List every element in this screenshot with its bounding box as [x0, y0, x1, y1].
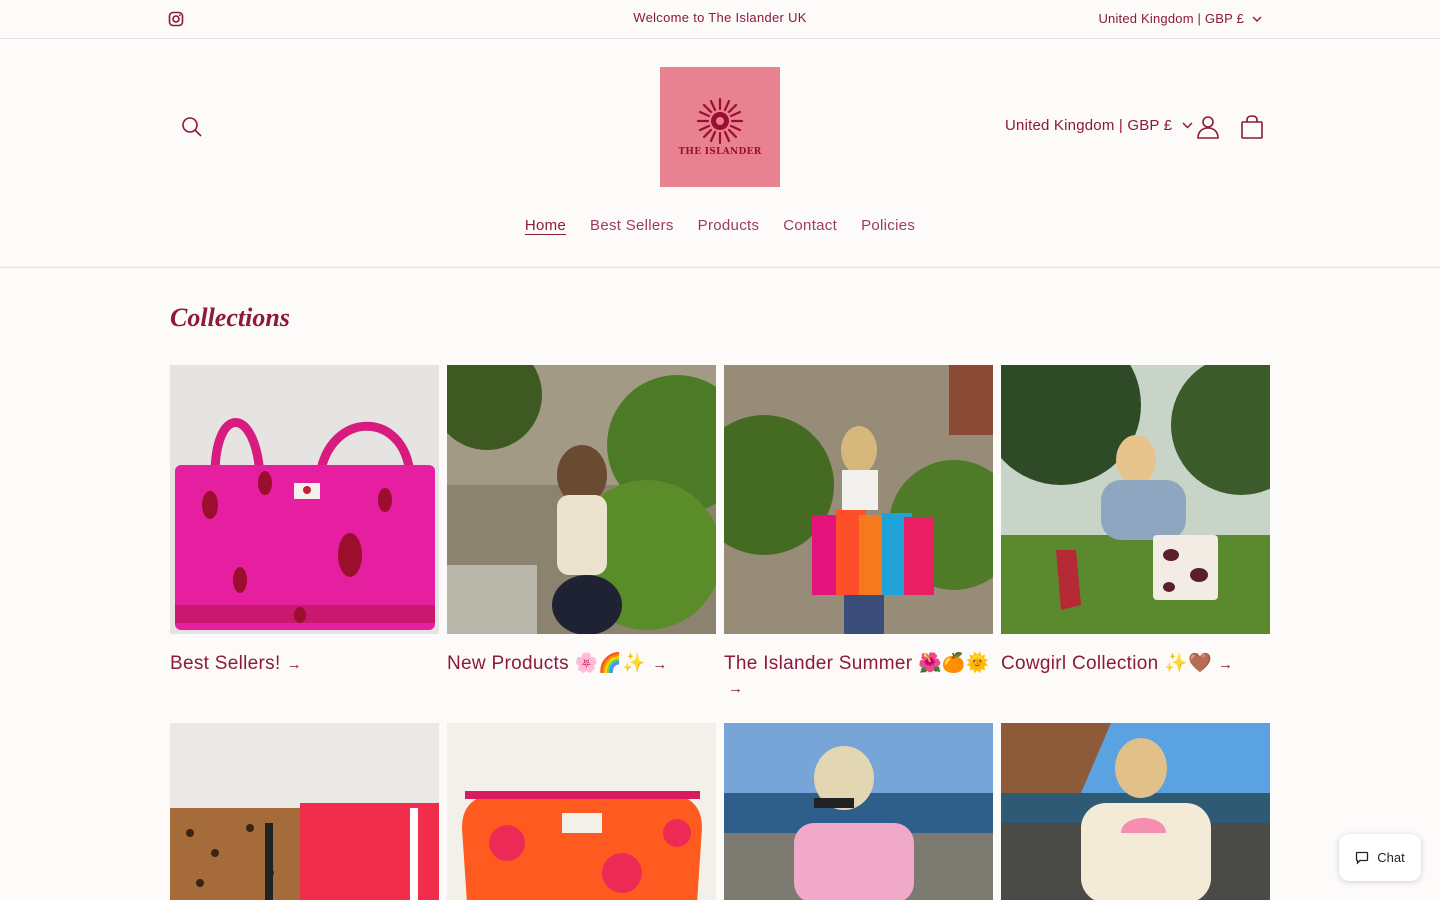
chat-label: Chat [1377, 850, 1405, 865]
collection-link[interactable]: New Products 🌸🌈✨ → [447, 652, 716, 677]
announcement-bar: Welcome to The Islander UK United Kingdo… [0, 0, 1440, 39]
account-icon[interactable] [1194, 113, 1222, 141]
search-icon[interactable] [176, 111, 208, 143]
country-selector-label: United Kingdom | GBP £ [1005, 117, 1173, 134]
chevron-down-icon [1182, 122, 1193, 129]
main-navigation: Home Best Sellers Products Contact Polic… [0, 217, 1440, 234]
collection-image[interactable] [170, 723, 439, 900]
country-selector-top[interactable]: United Kingdom | GBP £ [1098, 11, 1262, 26]
collection-image[interactable] [447, 365, 716, 634]
site-header: THE ISLANDER United Kingdom | GBP £ Home… [0, 39, 1440, 268]
cart-icon[interactable] [1238, 113, 1266, 141]
collection-image[interactable] [1001, 723, 1270, 900]
page-title: Collections [170, 303, 290, 332]
collection-link[interactable]: Cowgirl Collection ✨🤎 → [1001, 652, 1270, 677]
logo-text: THE ISLANDER [678, 147, 762, 157]
collection-image[interactable] [447, 723, 716, 900]
collection-title: New Products 🌸🌈✨ [447, 653, 647, 674]
collection-title: Best Sellers! [170, 653, 281, 674]
collection-image[interactable] [724, 723, 993, 900]
collection-link[interactable]: The Islander Summer 🌺🍊🌞 → [724, 652, 993, 701]
arrow-right-icon: → [1217, 656, 1234, 673]
sun-logo-icon [696, 97, 744, 145]
country-selector[interactable]: United Kingdom | GBP £ [1005, 117, 1193, 134]
collection-image[interactable] [1001, 365, 1270, 634]
collection-card[interactable] [447, 723, 716, 900]
collection-image[interactable] [170, 365, 439, 634]
collection-card-new-products[interactable]: New Products 🌸🌈✨ → [447, 365, 716, 677]
nav-best-sellers[interactable]: Best Sellers [590, 217, 674, 234]
collection-card-cowgirl[interactable]: Cowgirl Collection ✨🤎 → [1001, 365, 1270, 677]
collection-title: Cowgirl Collection ✨🤎 [1001, 653, 1212, 674]
collection-card-islander-summer[interactable]: The Islander Summer 🌺🍊🌞 → [724, 365, 993, 701]
arrow-right-icon: → [728, 680, 744, 697]
nav-policies[interactable]: Policies [861, 217, 915, 234]
site-logo[interactable]: THE ISLANDER [660, 67, 780, 187]
nav-home[interactable]: Home [525, 217, 566, 234]
collection-title: The Islander Summer 🌺🍊🌞 [724, 653, 990, 674]
collection-card[interactable] [1001, 723, 1270, 900]
country-selector-label: United Kingdom | GBP £ [1098, 11, 1244, 26]
collection-card[interactable] [724, 723, 993, 900]
chat-button[interactable]: Chat [1339, 834, 1421, 881]
nav-products[interactable]: Products [698, 217, 760, 234]
arrow-right-icon: → [652, 656, 668, 673]
chat-icon [1356, 851, 1369, 865]
collection-image[interactable] [724, 365, 993, 634]
collection-link[interactable]: Best Sellers! → [170, 652, 439, 677]
arrow-right-icon: → [286, 656, 302, 673]
nav-contact[interactable]: Contact [783, 217, 837, 234]
collection-card-best-sellers[interactable]: Best Sellers! → [170, 365, 439, 677]
chevron-down-icon [1252, 16, 1262, 22]
collection-card[interactable] [170, 723, 439, 900]
